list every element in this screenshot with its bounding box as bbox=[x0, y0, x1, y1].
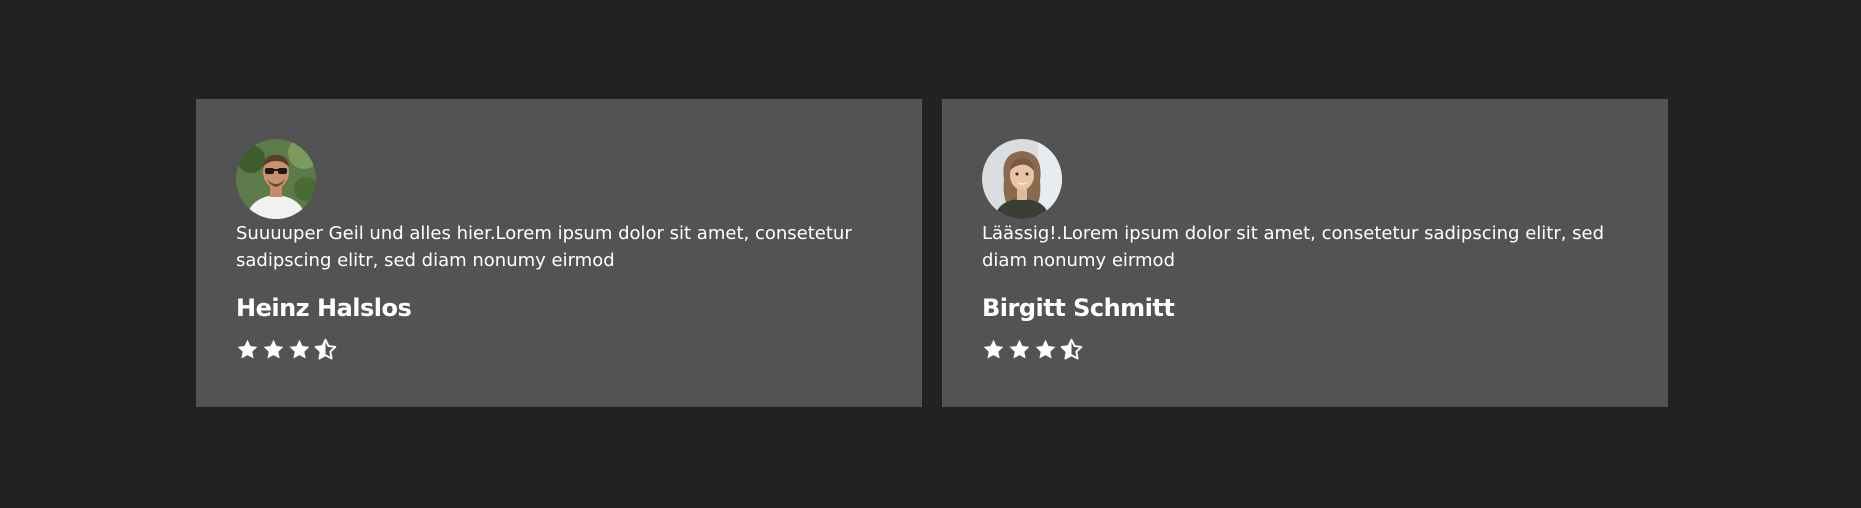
testimonials-section: Suuuuper Geil und alles hier.Lorem ipsum… bbox=[196, 99, 1668, 407]
testimonial-card: Läässig!.Lorem ipsum dolor sit amet, con… bbox=[942, 99, 1668, 407]
star-full-icon bbox=[1009, 339, 1030, 359]
testimonial-quote: Läässig!.Lorem ipsum dolor sit amet, con… bbox=[982, 223, 1605, 271]
testimonial-card: Suuuuper Geil und alles hier.Lorem ipsum… bbox=[196, 99, 922, 407]
star-full-icon bbox=[983, 339, 1004, 359]
testimonial-quote: Suuuuper Geil und alles hier.Lorem ipsum… bbox=[236, 223, 852, 271]
rating-stars bbox=[982, 337, 1628, 361]
star-half-icon bbox=[314, 338, 337, 359]
woman-avatar-icon bbox=[982, 139, 1062, 219]
star-full-icon bbox=[263, 339, 284, 359]
star-full-icon bbox=[1035, 339, 1056, 359]
star-full-icon bbox=[289, 339, 310, 359]
avatar bbox=[982, 139, 1062, 219]
avatar bbox=[236, 139, 316, 219]
rating-stars bbox=[236, 337, 882, 361]
man-avatar-icon bbox=[236, 139, 316, 219]
testimonial-author: Birgitt Schmitt bbox=[982, 294, 1175, 322]
testimonial-author: Heinz Halslos bbox=[236, 294, 412, 322]
star-full-icon bbox=[237, 339, 258, 359]
star-half-icon bbox=[1060, 338, 1083, 359]
